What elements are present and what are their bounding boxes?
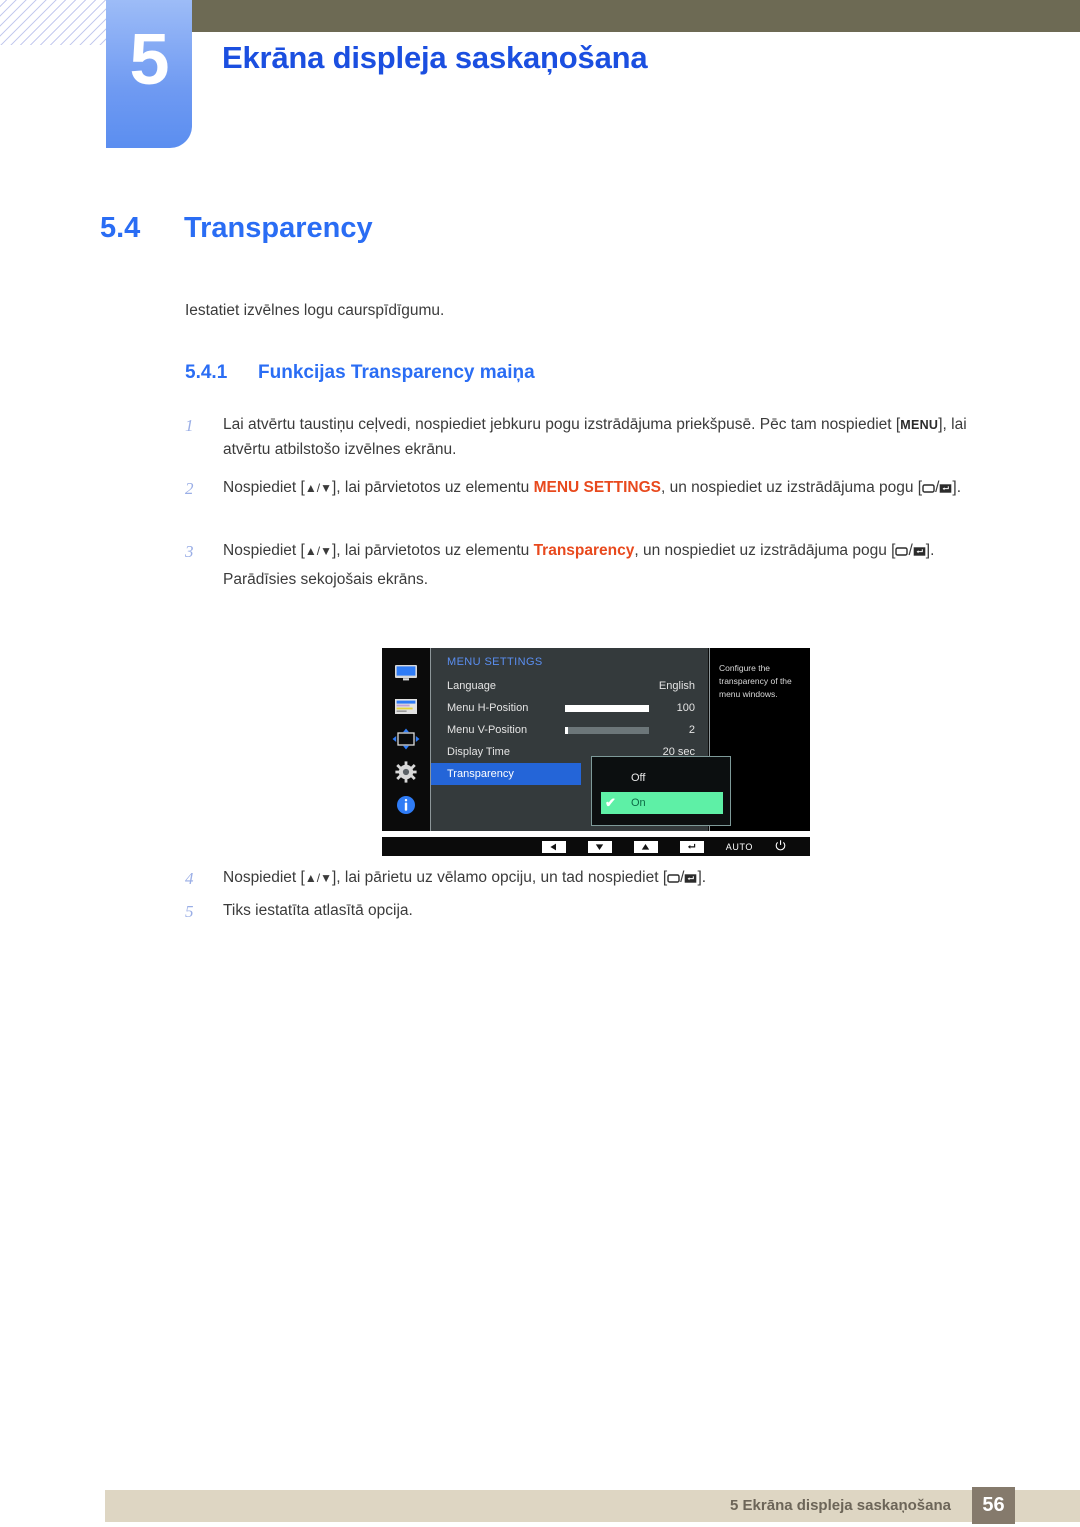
osd-row-menu-h-position[interactable]: Menu H-Position 100 xyxy=(431,697,709,719)
step-item: 5 Tiks iestatīta atlasītā opcija. xyxy=(185,898,993,926)
enter-key-icon xyxy=(913,546,926,557)
monitor-icon[interactable] xyxy=(391,662,421,684)
osd-body: MENU SETTINGS Language English Menu H-Po… xyxy=(382,648,810,831)
section-heading: 5.4 Transparency xyxy=(100,212,373,245)
step-text: Nospiediet [▲/▼], lai pārvietotos uz ele… xyxy=(223,475,993,500)
osd-row-value: 2 xyxy=(688,724,695,736)
popup-option-on[interactable]: On xyxy=(601,792,723,814)
osd-row-label: Menu H-Position xyxy=(447,702,529,714)
osd-menu-panel: MENU SETTINGS Language English Menu H-Po… xyxy=(430,648,731,831)
slider-fill xyxy=(565,704,649,712)
section-intro-text: Iestatiet izvēlnes logu caurspīdīgumu. xyxy=(185,302,445,319)
osd-key-guide-bar: AUTO xyxy=(382,837,810,856)
step-item: 3 Nospiediet [▲/▼], lai pārvietotos uz e… xyxy=(185,538,993,592)
subsection-title: Funkcijas Transparency maiņa xyxy=(258,362,535,383)
v-position-slider[interactable] xyxy=(565,726,649,734)
step-number: 2 xyxy=(185,479,194,498)
osd-row-label: Transparency xyxy=(447,768,514,780)
osd-row-value: 100 xyxy=(676,702,695,714)
osd-menu-title: MENU SETTINGS xyxy=(447,656,543,668)
osd-screenshot: MENU SETTINGS Language English Menu H-Po… xyxy=(382,648,810,856)
picture-settings-icon[interactable] xyxy=(391,695,421,717)
step-item: 2 Nospiediet [▲/▼], lai pārvietotos uz e… xyxy=(185,475,993,503)
step-text-part: ], lai pārietu uz vēlamo opciju, un tad … xyxy=(331,869,668,886)
osd-row-slider[interactable] xyxy=(565,704,653,712)
osd-row-label: Display Time xyxy=(447,746,510,758)
subsection-number: 5.4.1 xyxy=(185,362,228,383)
position-arrows-icon[interactable] xyxy=(391,728,421,750)
h-position-slider[interactable] xyxy=(565,704,649,712)
info-icon[interactable] xyxy=(391,794,421,816)
slider-fill xyxy=(565,726,568,734)
osd-row-label: Language xyxy=(447,680,496,692)
step-text-part: , un nospiediet uz izstrādājuma pogu [ xyxy=(661,479,923,496)
chapter-number: 5 xyxy=(129,20,169,100)
osd-icon-rail xyxy=(382,648,429,831)
step-text-part: ], lai pārvietotos uz elementu xyxy=(331,542,534,559)
menu-settings-highlight: MENU SETTINGS xyxy=(533,479,662,496)
osd-row-slider[interactable] xyxy=(565,726,653,734)
gear-icon[interactable] xyxy=(391,761,421,783)
step-text: Lai atvērtu taustiņu ceļvedi, nospiediet… xyxy=(223,412,993,462)
step-text: Nospiediet [▲/▼], lai pārietu uz vēlamo … xyxy=(223,865,993,890)
down-arrow-icon[interactable] xyxy=(587,840,612,853)
step-text: Nospiediet [▲/▼], lai pārvietotos uz ele… xyxy=(223,538,993,592)
osd-row-value: English xyxy=(658,680,695,692)
updown-arrow-icon: ▲/▼ xyxy=(304,481,332,495)
checkmark-icon: ✔ xyxy=(605,795,616,810)
subsection-heading: 5.4.1 Funkcijas Transparency maiņa xyxy=(185,362,535,384)
updown-arrow-icon: ▲/▼ xyxy=(304,544,332,558)
auto-label[interactable]: AUTO xyxy=(726,842,753,852)
step-text-part: , un nospiediet uz izstrādājuma pogu [ xyxy=(634,542,896,559)
step-number: 3 xyxy=(185,542,194,561)
step-text-part: Nospiediet [ xyxy=(223,869,305,886)
updown-arrow-icon: ▲/▼ xyxy=(304,871,332,885)
page-number: 56 xyxy=(982,1494,1005,1516)
source-key-icon xyxy=(667,873,680,884)
step-note: Parādīsies sekojošais ekrāns. xyxy=(223,571,429,589)
osd-help-text: Configure the transparency of the menu w… xyxy=(719,663,792,699)
step-item: 4 Nospiediet [▲/▼], lai pārietu uz vēlam… xyxy=(185,865,993,893)
footer-page-box: 56 xyxy=(972,1487,1015,1524)
menu-key-label: MENU xyxy=(900,418,939,432)
footer-chapter-label: 5 Ekrāna displeja saskaņošana xyxy=(730,1497,951,1514)
step-number: 5 xyxy=(185,902,194,921)
osd-row-menu-v-position[interactable]: Menu V-Position 2 xyxy=(431,719,709,741)
transparency-highlight: Transparency xyxy=(533,542,635,559)
step-text: Tiks iestatīta atlasītā opcija. xyxy=(223,902,413,919)
up-arrow-icon[interactable] xyxy=(633,840,658,853)
step-text-part: ]. xyxy=(697,869,707,886)
step-text-part: Nospiediet [ xyxy=(223,479,305,496)
step-number: 1 xyxy=(185,416,194,435)
chapter-title: Ekrāna displeja saskaņošana xyxy=(222,40,648,75)
step-text-part: ], lai pārvietotos uz elementu xyxy=(331,479,534,496)
step-number: 4 xyxy=(185,869,194,888)
source-key-icon xyxy=(895,546,909,557)
popup-option-off[interactable]: Off xyxy=(601,767,723,789)
step-text-part: Lai atvērtu taustiņu ceļvedi, nospiediet… xyxy=(223,416,901,433)
transparency-option-popup: Off On ✔ xyxy=(591,756,731,826)
header-olive-bar xyxy=(192,0,1080,32)
section-title: Transparency xyxy=(184,212,373,244)
step-text-part: Nospiediet [ xyxy=(223,542,305,559)
enter-key-icon xyxy=(684,873,697,884)
enter-key-icon xyxy=(939,483,952,494)
power-icon[interactable] xyxy=(775,840,786,853)
step-item: 1 Lai atvērtu taustiņu ceļvedi, nospiedi… xyxy=(185,412,993,462)
step-text-part: ]. xyxy=(952,479,962,496)
enter-icon[interactable] xyxy=(679,840,704,853)
step-text-part: ]. xyxy=(925,542,935,559)
left-arrow-icon[interactable] xyxy=(541,840,566,853)
source-key-icon xyxy=(922,483,935,494)
osd-row-language[interactable]: Language English xyxy=(431,675,709,697)
section-number: 5.4 xyxy=(100,212,141,244)
osd-row-label: Menu V-Position xyxy=(447,724,528,736)
